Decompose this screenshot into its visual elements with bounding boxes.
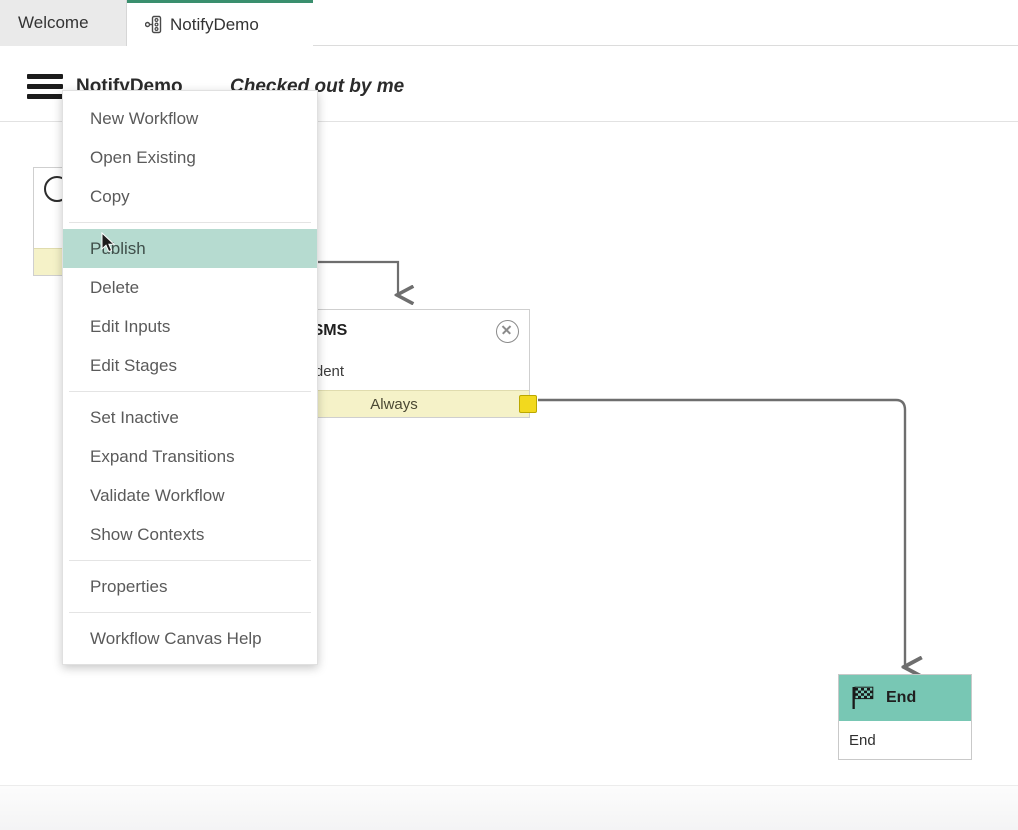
- tab-notifydemo[interactable]: NotifyDemo: [127, 0, 313, 46]
- menu-item-publish[interactable]: Publish: [63, 229, 317, 268]
- menu-item-show-contexts[interactable]: Show Contexts: [63, 515, 317, 554]
- hamburger-line: [27, 94, 63, 99]
- menu-item-workflow-canvas-help[interactable]: Workflow Canvas Help: [63, 619, 317, 658]
- close-circle-icon[interactable]: [496, 319, 519, 343]
- hamburger-line: [27, 84, 63, 89]
- menu-item-new-workflow[interactable]: New Workflow: [63, 99, 317, 138]
- menu-separator: [69, 391, 311, 392]
- menu-item-copy[interactable]: Copy: [63, 177, 317, 216]
- menu-separator: [69, 222, 311, 223]
- menu-item-edit-stages[interactable]: Edit Stages: [63, 346, 317, 385]
- hamburger-menu-icon[interactable]: [27, 74, 63, 99]
- node-end-header: End: [839, 675, 971, 721]
- menu-item-delete[interactable]: Delete: [63, 268, 317, 307]
- tab-notifydemo-label: NotifyDemo: [170, 14, 259, 34]
- transition-output-port[interactable]: [519, 395, 537, 413]
- menu-item-expand-transitions[interactable]: Expand Transitions: [63, 437, 317, 476]
- menu-item-properties[interactable]: Properties: [63, 567, 317, 606]
- node-end-title: End: [886, 689, 917, 706]
- node-send-sms-transition-label: Always: [370, 395, 418, 413]
- connector-sendsms-to-end: [538, 398, 905, 667]
- menu-item-edit-inputs[interactable]: Edit Inputs: [63, 307, 317, 346]
- workflow-diagram-icon: [144, 15, 162, 34]
- footer-bar: [0, 785, 1018, 830]
- menu-separator: [69, 612, 311, 613]
- tab-bar: Welcome NotifyDemo: [0, 0, 1018, 46]
- workflow-main-menu[interactable]: New Workflow Open Existing Copy Publish Dele…: [62, 90, 318, 665]
- tab-welcome-label: Welcome: [18, 13, 89, 32]
- menu-item-validate-workflow[interactable]: Validate Workflow: [63, 476, 317, 515]
- node-end-body: End: [849, 731, 876, 749]
- menu-item-open-existing[interactable]: Open Existing: [63, 138, 317, 177]
- workflow-node-end[interactable]: End End: [838, 674, 972, 760]
- hamburger-line: [27, 74, 63, 79]
- checkered-flag-icon: [852, 686, 874, 710]
- menu-item-set-inactive[interactable]: Set Inactive: [63, 398, 317, 437]
- menu-separator: [69, 560, 311, 561]
- tab-welcome[interactable]: Welcome: [0, 0, 127, 46]
